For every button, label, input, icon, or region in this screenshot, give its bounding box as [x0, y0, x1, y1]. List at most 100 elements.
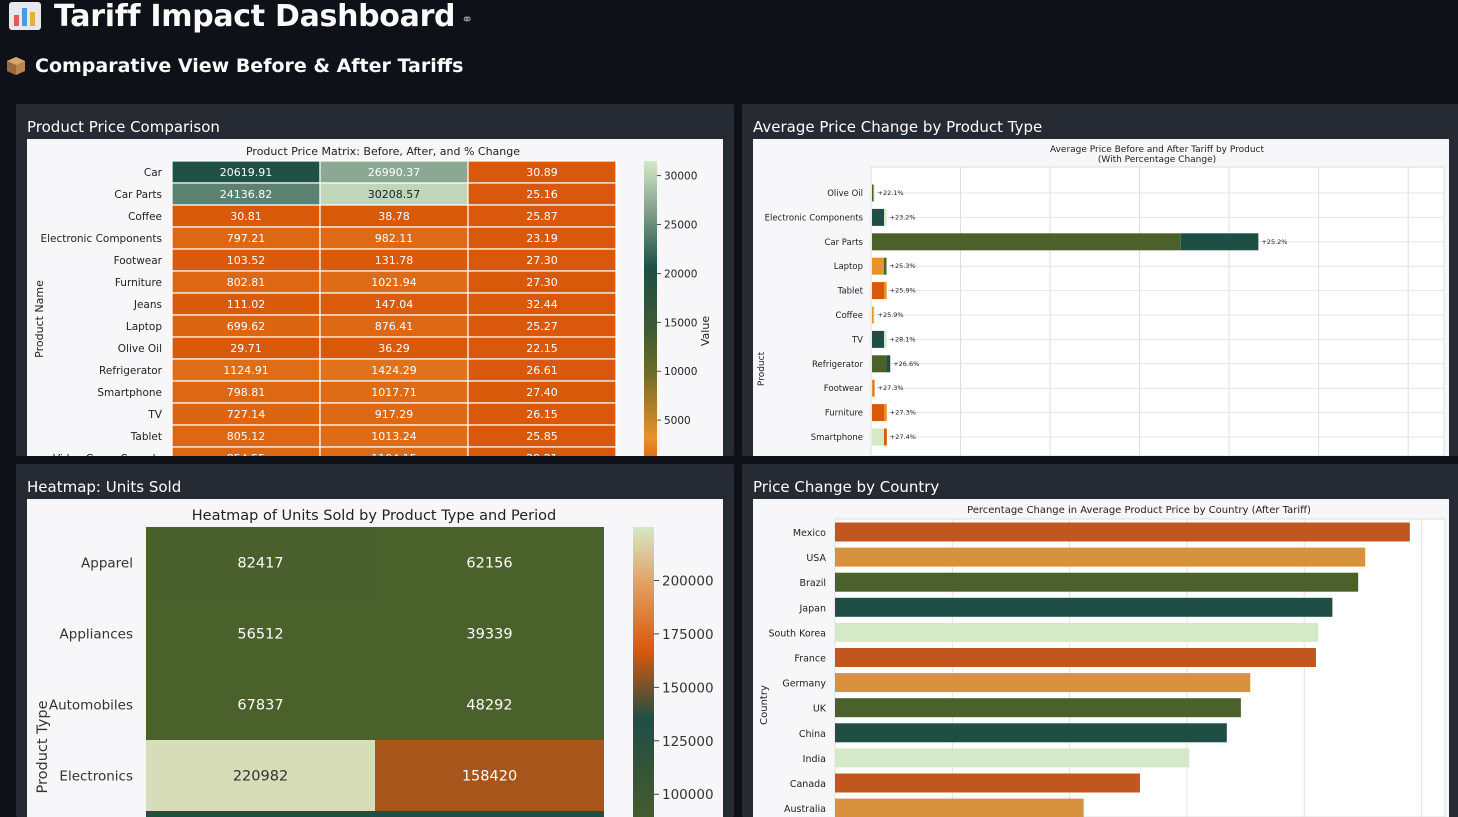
colorbar-tick-label: 20000: [664, 268, 697, 280]
bar: [835, 547, 1366, 567]
chart-title: Percentage Change in Average Product Pri…: [967, 505, 1311, 516]
cell-value: 1424.29: [371, 364, 417, 377]
units-heatmap-chart: Heatmap of Units Sold by Product Type an…: [27, 499, 723, 817]
bar: [835, 748, 1190, 768]
cell-value: 158420: [462, 769, 517, 785]
row-label: Laptop: [126, 321, 162, 333]
link-icon[interactable]: ⚭: [461, 12, 473, 28]
bar: [835, 698, 1241, 718]
panel-title: Average Price Change by Product Type: [753, 118, 1043, 136]
cell-value: 131.78: [375, 254, 414, 267]
y-axis-label: Country: [759, 685, 770, 725]
row-label: Electronic Components: [40, 233, 162, 245]
bar-label: +27.3%: [878, 384, 904, 392]
page-subheader: Comparative View Before & After Tariffs: [6, 52, 463, 80]
category-label: Footwear: [824, 384, 864, 394]
cell-value: 25.27: [526, 320, 558, 333]
bar-label: +27.3%: [890, 409, 916, 417]
cell-value: 39339: [466, 627, 512, 643]
bar-label: +28.1%: [890, 335, 916, 343]
bar-before: [872, 428, 884, 446]
cell-value: 25.87: [526, 210, 558, 223]
cell-value: 699.62: [227, 320, 266, 333]
bar: [835, 597, 1333, 617]
panel-title: Heatmap: Units Sold: [27, 478, 182, 496]
heatmap-cell-partial: [146, 811, 604, 817]
cell-value: 30.81: [230, 210, 262, 223]
cell-value: 147.04: [375, 298, 414, 311]
cell-value: 23.19: [526, 232, 558, 245]
cell-value: 27.40: [526, 386, 558, 399]
cell-value: 36.29: [378, 342, 410, 355]
bar: [835, 522, 1410, 542]
bar-after: [884, 257, 887, 275]
colorbar-tick-label: 5000: [664, 415, 691, 427]
category-label: Mexico: [793, 528, 826, 539]
cell-value: 29.71: [230, 342, 262, 355]
colorbar-tick-label: 100000: [662, 787, 714, 803]
row-label: Automobiles: [49, 698, 133, 714]
bar-after: [884, 404, 887, 422]
bar-after: [873, 379, 875, 397]
row-label: Electronics: [59, 769, 133, 785]
cell-value: 22.15: [526, 342, 558, 355]
category-label: Tablet: [837, 287, 864, 297]
bar: [835, 648, 1316, 667]
colorbar-tick-label: 125000: [662, 734, 714, 750]
cell-value: 24136.82: [220, 188, 273, 201]
cell-value: 1013.24: [371, 430, 417, 443]
units-heatmap-panel: Heatmap: Units Sold Heatmap of Units Sol…: [16, 464, 734, 817]
chart-title: Heatmap of Units Sold by Product Type an…: [192, 508, 556, 524]
bar-before: [872, 257, 884, 275]
category-label: Refrigerator: [812, 360, 863, 370]
bar-before: [872, 306, 874, 324]
cell-value: 982.11: [375, 232, 414, 245]
category-label: Laptop: [834, 262, 863, 272]
bar-before: [872, 355, 887, 373]
cell-value: 62156: [466, 556, 512, 572]
cell-value: 67837: [237, 698, 283, 714]
category-label: Australia: [784, 804, 826, 815]
category-label: Brazil: [799, 578, 826, 589]
category-label: Canada: [790, 779, 826, 790]
row-label: Coffee: [128, 211, 162, 223]
category-label: South Korea: [768, 628, 826, 639]
cell-value: 29.21: [526, 452, 558, 456]
colorbar: [633, 527, 654, 817]
bar-before: [872, 233, 1181, 251]
cell-value: 802.81: [227, 276, 266, 289]
y-axis-label: Product: [757, 351, 767, 386]
category-label: UK: [813, 704, 827, 715]
bar-after: [884, 282, 887, 300]
bar-after: [886, 355, 891, 373]
cell-value: 727.14: [227, 408, 266, 421]
page-header: Tariff Impact Dashboard ⚭: [8, 0, 473, 36]
cell-value: 27.30: [526, 254, 558, 267]
page-title: Tariff Impact Dashboard: [54, 0, 456, 34]
row-label: TV: [147, 409, 162, 421]
cell-value: 82417: [237, 556, 283, 572]
category-label: France: [794, 654, 826, 665]
chart-subtitle: (With Percentage Change): [1098, 155, 1216, 165]
cell-value: 20619.91: [220, 166, 273, 179]
cell-value: 798.81: [227, 386, 266, 399]
colorbar-tick-label: 150000: [662, 680, 714, 696]
category-label: India: [803, 754, 826, 765]
bar-before: [872, 404, 884, 422]
country-change-panel: Price Change by Country Percentage Chang…: [742, 464, 1458, 817]
subheader-text: Comparative View Before & After Tariffs: [35, 55, 464, 77]
cell-value: 1017.71: [371, 386, 417, 399]
cell-value: 805.12: [227, 430, 266, 443]
category-label: Coffee: [836, 311, 863, 321]
bar-after: [884, 330, 887, 348]
country-change-chart: Percentage Change in Average Product Pri…: [753, 499, 1449, 817]
row-label: Tablet: [130, 431, 162, 443]
cell-value: 30.89: [526, 166, 558, 179]
cell-value: 876.41: [375, 320, 414, 333]
avg-price-chart: Average Price Before and After Tariff by…: [753, 139, 1449, 456]
category-label: Car Parts: [824, 238, 863, 248]
bar-label: +22.1%: [878, 189, 904, 197]
category-label: TV: [851, 335, 863, 345]
bar-after: [884, 428, 887, 446]
price-matrix-svg: Product Price Matrix: Before, After, and…: [33, 145, 712, 456]
